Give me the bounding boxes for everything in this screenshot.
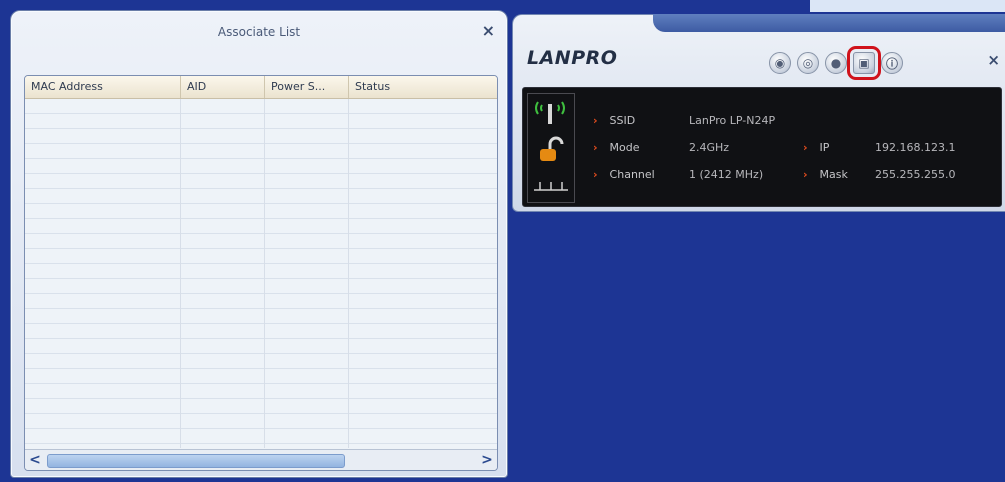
ssid-label: › SSID [593, 114, 635, 127]
about-icon[interactable]: ⓘ [881, 52, 903, 74]
channel-value: 1 (2412 MHz) [689, 168, 764, 181]
mode-value: 2.4GHz [689, 141, 730, 154]
associate-list-window: Associate List × MAC Address AID Power S… [10, 10, 508, 478]
station-mode-icon[interactable]: ◉ [769, 52, 791, 74]
scroll-left-icon[interactable]: < [27, 452, 43, 468]
column-status[interactable]: Status [349, 76, 497, 98]
horizontal-scrollbar[interactable]: < > [25, 449, 497, 470]
close-icon[interactable]: × [987, 51, 1000, 69]
mode-label: › Mode [593, 141, 640, 154]
ssid-label-text: SSID [609, 114, 636, 127]
ip-value: 192.168.123.1 [875, 141, 956, 154]
ip-label: › IP [803, 141, 829, 154]
toolbar: ◉ ◎ ● ▣ ⓘ [769, 46, 903, 80]
column-aid[interactable]: AID [181, 76, 265, 98]
lanpro-utility-window: LANPRO ◉ ◎ ● ▣ ⓘ × › SSID LanPro LP-N24P… [512, 14, 1005, 212]
scroll-right-icon[interactable]: > [479, 452, 495, 468]
channel-label: › Channel [593, 168, 655, 181]
table-body [25, 99, 497, 448]
settings-icon[interactable]: ◎ [797, 52, 819, 74]
column-mac-address[interactable]: MAC Address [25, 76, 181, 98]
associate-table: MAC Address AID Power S... Status < > [24, 75, 498, 471]
arrow-icon: › [803, 141, 808, 154]
ip-label-text: IP [819, 141, 830, 154]
window-title: Associate List [217, 25, 301, 39]
channel-label-text: Channel [609, 168, 655, 181]
table-header: MAC Address AID Power S... Status [25, 76, 497, 99]
arrow-icon: › [593, 168, 598, 181]
brand-logo: LANPRO [527, 47, 618, 69]
title-bar-tab [653, 14, 1005, 32]
close-icon[interactable]: × [482, 21, 495, 40]
signal-icon [534, 101, 568, 191]
column-power-save[interactable]: Power S... [265, 76, 349, 98]
arrow-icon: › [593, 114, 598, 127]
status-panel: › SSID LanPro LP-N24P › Mode 2.4GHz › Chann… [522, 87, 1002, 207]
mask-value: 255.255.255.0 [875, 168, 956, 181]
scrollbar-thumb[interactable] [47, 454, 345, 468]
arrow-icon: › [803, 168, 808, 181]
ssid-value: LanPro LP-N24P [689, 114, 776, 127]
arrow-icon: › [593, 141, 598, 154]
ap-mode-icon[interactable]: ▣ [847, 46, 881, 80]
status-icons [527, 93, 575, 203]
mask-label-text: Mask [819, 168, 848, 181]
wps-icon[interactable]: ● [825, 52, 847, 74]
mode-label-text: Mode [609, 141, 640, 154]
mask-label: › Mask [803, 168, 848, 181]
desktop-corner-strip [810, 0, 1005, 12]
